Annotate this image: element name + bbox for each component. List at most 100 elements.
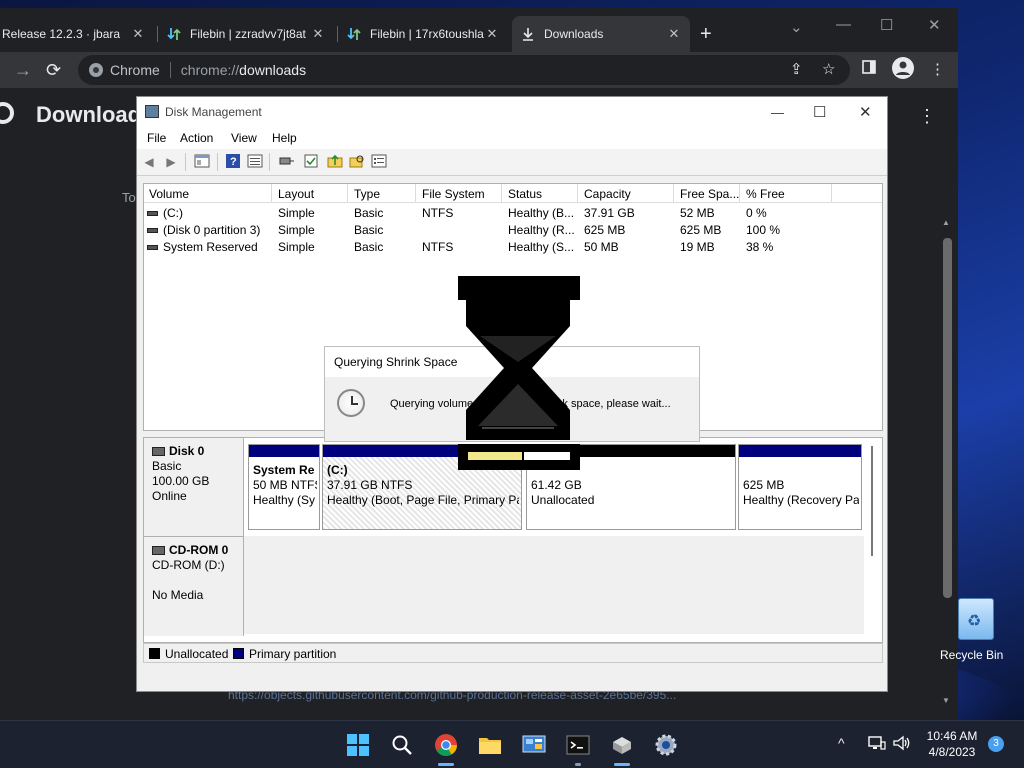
column-divider[interactable] [577, 184, 578, 202]
notification-badge[interactable]: 3 [988, 736, 1004, 752]
maximize-icon[interactable]: ☐ [880, 16, 893, 34]
more-actions-icon[interactable]: ⋮ [918, 106, 936, 127]
omnibox-divider [169, 62, 171, 78]
taskbar-settings[interactable] [646, 729, 686, 761]
close-tab-icon[interactable]: ✕ [484, 26, 500, 42]
properties-icon[interactable] [247, 154, 263, 170]
cdrom-name: CD-ROM 0 [169, 543, 229, 557]
system-clock[interactable]: 10:46 AM 4/8/2023 [926, 729, 978, 759]
cdrom-label[interactable]: CD-ROM 0 CD-ROM (D:) No Media [144, 536, 244, 636]
taskbar-file-explorer[interactable] [470, 729, 510, 761]
column-header[interactable]: Free Spa... [680, 187, 739, 201]
column-divider[interactable] [739, 184, 740, 202]
list-view-icon[interactable] [371, 154, 387, 170]
up-folder-icon[interactable] [327, 154, 343, 170]
scroll-up-icon[interactable]: ▲ [942, 218, 950, 227]
maximize-icon[interactable]: ☐ [813, 103, 826, 121]
partition-recovery[interactable]: 625 MB Healthy (Recovery Pa [738, 444, 862, 530]
forward-arrow-icon[interactable]: → [14, 60, 32, 80]
taskbar-control-panel[interactable] [514, 729, 554, 761]
partition-system-reserved[interactable]: System Re 50 MB NTFS Healthy (Sy [248, 444, 320, 530]
column-header[interactable]: Volume [149, 187, 189, 201]
capacity-cell: 37.91 GB [584, 206, 635, 220]
column-divider[interactable] [673, 184, 674, 202]
tab-release[interactable]: Release 12.2.3 · jbara ✕ [0, 16, 154, 52]
column-divider[interactable] [501, 184, 502, 202]
forward-arrow-icon[interactable]: ▶ [163, 154, 179, 170]
address-bar[interactable]: Chrome chrome://downloads [78, 55, 850, 85]
percent-free-cell: 100 % [746, 223, 781, 237]
taskbar-chrome[interactable] [426, 729, 466, 761]
terminal-icon [566, 735, 590, 755]
column-header[interactable]: Status [508, 187, 542, 201]
table-row[interactable]: (Disk 0 partition 3) Simple Basic Health… [144, 221, 882, 238]
percent-free-cell: 0 % [746, 206, 767, 220]
back-arrow-icon[interactable]: ◀ [141, 154, 157, 170]
menu-help[interactable]: Help [272, 131, 297, 145]
bookmark-star-icon[interactable]: ☆ [822, 60, 835, 78]
table-row[interactable]: System Reserved Simple Basic NTFS Health… [144, 238, 882, 255]
search-folder-icon[interactable] [349, 154, 365, 170]
side-panel-icon[interactable] [862, 60, 876, 78]
search-button[interactable] [382, 729, 422, 761]
partition-status: Healthy (Sy [253, 493, 316, 507]
site-info[interactable]: Chrome [88, 62, 160, 78]
taskbar-disk-management[interactable] [602, 729, 642, 761]
cdrom-area[interactable] [244, 536, 864, 634]
column-divider[interactable] [347, 184, 348, 202]
scrollbar-thumb[interactable] [943, 238, 952, 598]
profile-avatar-icon[interactable] [892, 57, 914, 79]
taskbar-terminal[interactable] [558, 729, 598, 761]
column-divider[interactable] [415, 184, 416, 202]
column-header[interactable]: Type [354, 187, 380, 201]
partition-name: System Re [253, 463, 315, 477]
table-row[interactable]: (C:) Simple Basic NTFS Healthy (B... 37.… [144, 204, 882, 221]
tab-strip: Release 12.2.3 · jbara ✕ Filebin | zzrad… [0, 8, 958, 52]
reload-icon[interactable]: ⟳ [46, 60, 61, 80]
disk0-label[interactable]: Disk 0 Basic 100.00 GB Online [144, 438, 244, 536]
disk-management-icon [613, 737, 631, 754]
checklist-icon[interactable] [303, 154, 319, 170]
connect-icon[interactable] [279, 154, 295, 170]
share-icon[interactable]: ⇪ [790, 60, 803, 78]
legend-label: Unallocated [165, 647, 229, 661]
menu-action[interactable]: Action [180, 131, 213, 145]
close-tab-icon[interactable]: ✕ [666, 26, 682, 42]
column-header[interactable]: Layout [278, 187, 314, 201]
menu-file[interactable]: File [147, 131, 166, 145]
type-cell: Basic [354, 223, 384, 237]
tab-downloads[interactable]: Downloads ✕ [512, 16, 690, 52]
disk-map-scrollbar[interactable] [868, 440, 876, 630]
page-scrollbar[interactable]: ▲ ▼ [940, 156, 954, 716]
close-window-icon[interactable]: ✕ [928, 16, 941, 34]
tab-filebin-1[interactable]: Filebin | zzradvv7jt8at ✕ [158, 16, 334, 52]
close-window-icon[interactable]: ✕ [859, 103, 872, 121]
windows-logo-icon [347, 734, 369, 756]
volume-speaker-icon[interactable] [892, 735, 912, 754]
help-icon[interactable]: ? [225, 154, 241, 170]
volume-cell: System Reserved [147, 240, 258, 254]
column-header[interactable]: File System [422, 187, 485, 201]
partial-text: To [122, 190, 136, 205]
close-tab-icon[interactable]: ✕ [130, 26, 146, 42]
show-hidden-icons-chevron-icon[interactable]: ^ [838, 735, 845, 751]
column-divider[interactable] [271, 184, 272, 202]
tab-search-chevron-icon[interactable]: ⌄ [790, 18, 803, 36]
menu-view[interactable]: View [231, 131, 257, 145]
scroll-down-icon[interactable]: ▼ [942, 696, 950, 705]
column-header[interactable]: % Free [746, 187, 785, 201]
close-tab-icon[interactable]: ✕ [310, 26, 326, 42]
console-tree-icon[interactable] [194, 154, 210, 170]
column-header[interactable]: Capacity [584, 187, 631, 201]
folder-icon [479, 738, 501, 754]
network-icon[interactable] [868, 735, 886, 754]
menu-kebab-icon[interactable]: ⋮ [930, 60, 945, 78]
minimize-icon[interactable]: — [836, 16, 851, 33]
column-divider[interactable] [831, 184, 832, 202]
tab-filebin-2[interactable]: Filebin | 17rx6toushla ✕ [338, 16, 508, 52]
new-tab-plus-icon[interactable]: + [700, 24, 712, 44]
chrome-logo-icon [89, 63, 103, 77]
scrollbar-thumb[interactable] [871, 446, 873, 556]
minimize-icon[interactable]: — [771, 105, 784, 120]
start-button[interactable] [338, 729, 378, 761]
